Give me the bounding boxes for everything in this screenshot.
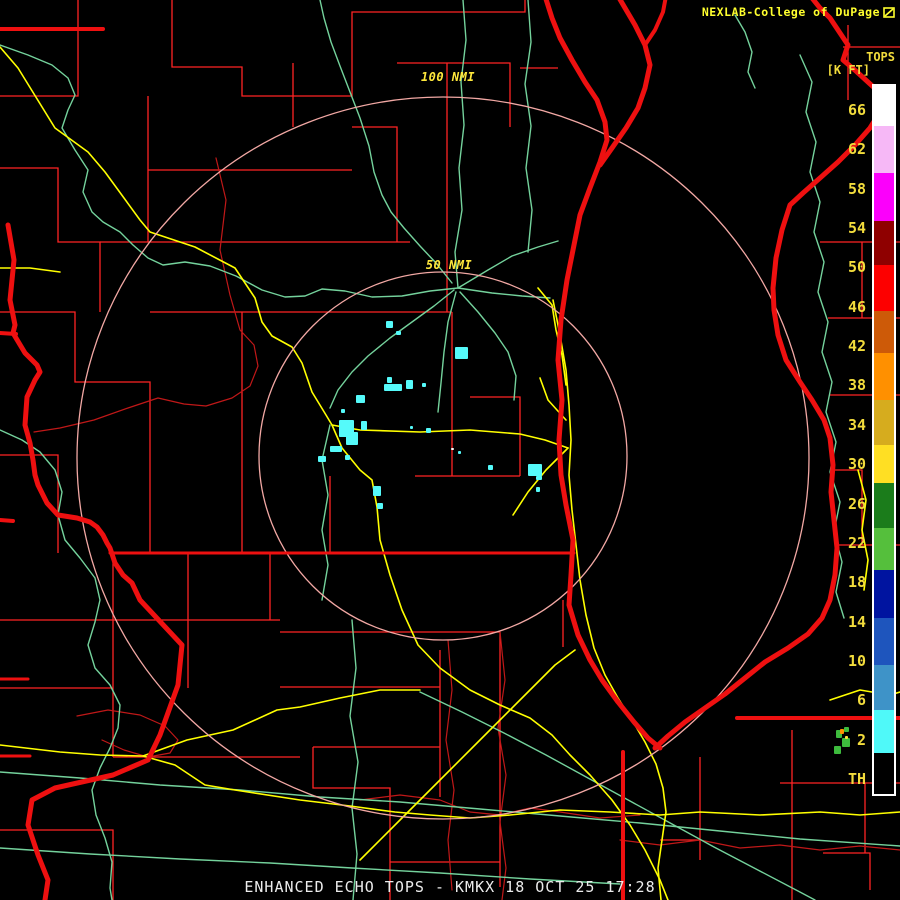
colorbar-tick-label: 66 xyxy=(847,101,866,119)
colorbar-segment xyxy=(874,221,894,265)
radar-echo-cyan xyxy=(426,428,431,433)
colorbar-segment xyxy=(874,445,894,483)
colorbar-segment xyxy=(874,570,894,618)
colorbar-tick-label: 34 xyxy=(847,415,866,434)
colorbar-units: [K FT] xyxy=(826,63,870,77)
colorbar-tick-label: 38 xyxy=(847,376,866,395)
radar-screen: NEXLAB-College of DuPage TOPS [K FT] 66 6… xyxy=(0,0,900,900)
colorbar-segment xyxy=(874,483,894,528)
colorbar-segment xyxy=(874,311,894,353)
radar-echo-cyan xyxy=(373,486,381,496)
radar-echo-cyan xyxy=(345,455,350,460)
colorbar-segment xyxy=(874,353,894,400)
colorbar-tick-label: 22 xyxy=(847,533,866,552)
colorbar-tick-label: 18 xyxy=(847,573,866,592)
product-caption: ENHANCED ECHO TOPS - KMKX 18 OCT 25 17:2… xyxy=(244,878,656,896)
colorbar-tick-label: 58 xyxy=(847,179,866,198)
state-or-shoreline xyxy=(0,331,18,336)
radar-echo-cyan xyxy=(410,426,413,429)
radar-echo-cyan xyxy=(455,347,468,359)
radar-echo-cyan xyxy=(488,465,493,470)
cod-logo-icon xyxy=(883,6,895,18)
colorbar-segment xyxy=(874,618,894,665)
colorbar-tick-label: 50 xyxy=(847,258,866,277)
radar-echo-cyan xyxy=(536,487,540,492)
radar-echo-cyan xyxy=(341,409,345,413)
colorbar-tick-label: 14 xyxy=(847,612,866,631)
colorbar-segment xyxy=(874,400,894,445)
radar-echo-cyan xyxy=(330,446,342,452)
range-ring-label-100: 100 NMI xyxy=(420,70,476,84)
colorbar-segment xyxy=(874,753,894,794)
radar-echo-cyan xyxy=(536,476,542,480)
colorbar-segment xyxy=(874,528,894,570)
radar-echo-cyan xyxy=(386,321,393,328)
radar-echo-cyan xyxy=(384,384,402,391)
colorbar-segment xyxy=(874,173,894,221)
colorbar-tick-label: 42 xyxy=(847,337,866,356)
colorbar-tick-label: 26 xyxy=(847,494,866,513)
radar-echo-cyan xyxy=(528,464,542,476)
radar-echo-cyan xyxy=(361,421,367,430)
colorbar xyxy=(872,84,896,796)
colorbar-tick-label: 10 xyxy=(847,651,866,670)
colorbar-tick-label: 30 xyxy=(847,455,866,474)
radar-echo-white xyxy=(451,448,454,450)
colorbar-tick-label: TH xyxy=(847,769,866,788)
range-ring-label-50: 50 NMI xyxy=(425,258,473,272)
colorbar-tick-label: 6 xyxy=(856,691,866,710)
colorbar-title: TOPS xyxy=(866,50,895,64)
radar-echo-cyan xyxy=(396,331,401,335)
radar-echo-cyan xyxy=(387,377,392,383)
colorbar-tick-label: 2 xyxy=(856,730,866,749)
colorbar-segment xyxy=(874,265,894,311)
radar-echo-cyan xyxy=(422,383,426,387)
state-or-shoreline xyxy=(0,518,15,523)
radar-map xyxy=(0,0,900,900)
radar-echo-cyan xyxy=(377,503,383,509)
colorbar-segment xyxy=(874,710,894,753)
credit: NEXLAB-College of DuPage xyxy=(702,5,896,19)
credit-text: NEXLAB-College of DuPage xyxy=(701,5,880,19)
radar-echo-cyan xyxy=(318,456,326,462)
colorbar-tick-label: 54 xyxy=(847,219,866,238)
colorbar-tick-label: 62 xyxy=(847,140,866,159)
colorbar-segment xyxy=(874,126,894,173)
radar-echo-cyan xyxy=(346,432,358,445)
colorbar-segment xyxy=(874,86,894,126)
colorbar-tick-label: 46 xyxy=(847,297,866,316)
radar-echo-cyan xyxy=(458,451,461,454)
colorbar-segment xyxy=(874,665,894,710)
radar-echo-cyan xyxy=(356,395,365,403)
radar-echo-cyan xyxy=(406,380,413,389)
